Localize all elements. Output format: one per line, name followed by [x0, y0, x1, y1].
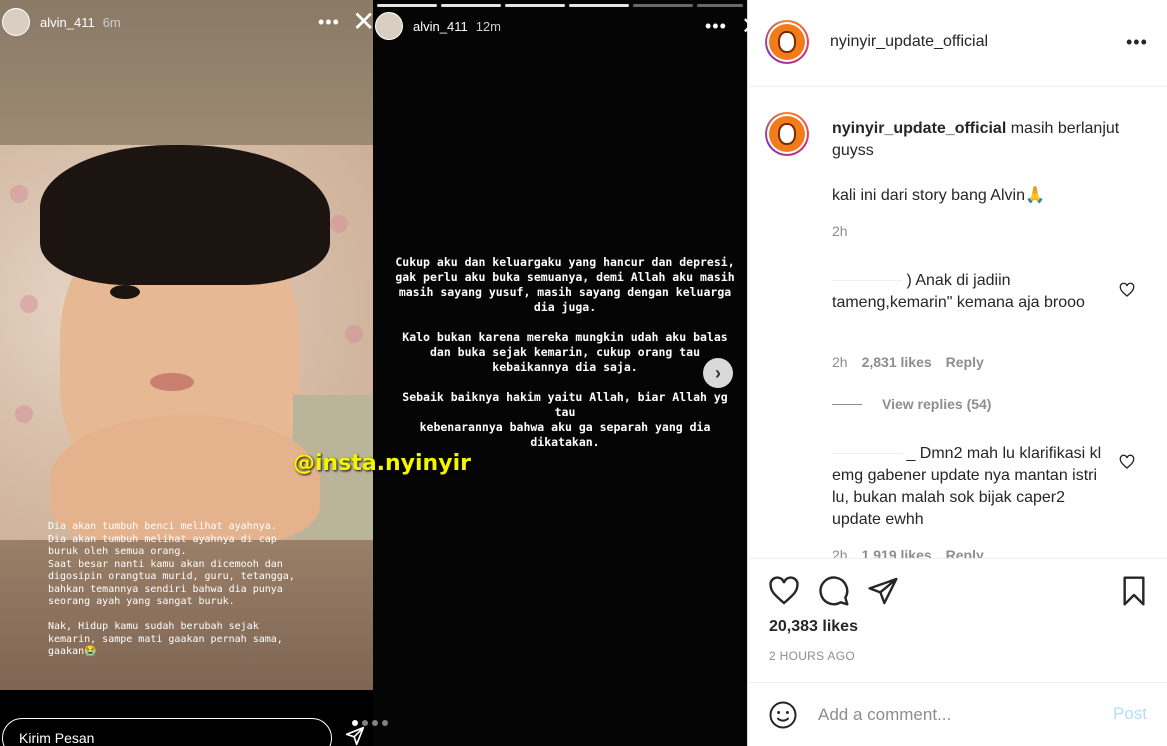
- story-options-button[interactable]: •••: [705, 16, 727, 37]
- post-panel: nyinyir_update_official ••• nyinyir_upda…: [747, 0, 1167, 746]
- comment-meta: 2h 1,919 likes Reply: [832, 547, 984, 558]
- divider: [832, 403, 862, 405]
- story-header: alvin_411 12m: [375, 12, 501, 40]
- post-header: nyinyir_update_official •••: [748, 0, 1167, 87]
- avatar[interactable]: [765, 20, 809, 64]
- view-replies-label: View replies (54): [882, 396, 992, 412]
- post-username[interactable]: nyinyir_update_official: [830, 33, 988, 51]
- left-story[interactable]: Dia akan tumbuh benci melihat ayahnya. D…: [0, 0, 373, 746]
- page-dot: [372, 720, 378, 726]
- comment: ) Anak di jadiin tameng,kemarin" kemana …: [832, 270, 1112, 314]
- comment-time: 2h: [832, 354, 848, 370]
- comment-likes[interactable]: 2,831 likes: [862, 354, 932, 370]
- middle-story[interactable]: alvin_411 12m ••• Cukup aku dan keluarga…: [373, 0, 747, 746]
- story-progress-bar: [569, 4, 629, 7]
- send-message-input[interactable]: [3, 719, 331, 746]
- reply-button[interactable]: Reply: [946, 547, 984, 558]
- reply-button[interactable]: Reply: [946, 354, 984, 370]
- story-page-indicator: [352, 720, 388, 726]
- comment: _ Dmn2 mah lu klarifikasi kl emg gabener…: [832, 443, 1112, 531]
- send-icon[interactable]: [344, 726, 366, 746]
- comment-input[interactable]: [818, 701, 1098, 729]
- blurred-username: [832, 453, 902, 455]
- page-dot: [362, 720, 368, 726]
- caption-extra-text: kali ini dari story bang Alvin🙏: [832, 187, 1045, 204]
- story-caption: Dia akan tumbuh benci melihat ayahnya. D…: [48, 521, 295, 657]
- avatar[interactable]: [375, 12, 403, 40]
- view-replies-button[interactable]: View replies (54): [832, 396, 991, 412]
- instagram-story-post-screen: Dia akan tumbuh benci melihat ayahnya. D…: [0, 0, 1167, 746]
- page-dot: [382, 720, 388, 726]
- comment-text: _ Dmn2 mah lu klarifikasi kl emg gabener…: [832, 445, 1102, 528]
- heart-icon[interactable]: [768, 575, 800, 607]
- close-icon[interactable]: ✕: [741, 12, 761, 41]
- heart-icon[interactable]: [1119, 454, 1135, 470]
- comment-time: 2h: [832, 547, 848, 558]
- post-comment-button[interactable]: Post: [1113, 704, 1147, 724]
- avatar[interactable]: [765, 112, 809, 156]
- comment-meta: 2h 2,831 likes Reply: [832, 354, 984, 370]
- comments-list[interactable]: nyinyir_update_official masih berlanjut …: [748, 88, 1167, 558]
- story-progress-bar: [633, 4, 693, 7]
- child-photo: [0, 145, 373, 540]
- watermark: @insta.nyinyir: [293, 451, 471, 476]
- more-options-button[interactable]: •••: [1126, 32, 1148, 53]
- story-username[interactable]: alvin_411: [40, 15, 95, 30]
- emoji-icon[interactable]: [768, 700, 798, 730]
- chevron-right-icon: ›: [715, 362, 721, 383]
- comment-text: ) Anak di jadiin tameng,kemarin" kemana …: [832, 272, 1085, 311]
- close-icon[interactable]: ✕: [352, 8, 375, 36]
- story-text: Cukup aku dan keluargaku yang hancur dan…: [395, 255, 735, 449]
- post-timestamp: 2 HOURS AGO: [769, 649, 855, 663]
- page-dot: [352, 720, 358, 726]
- caption-time: 2h: [832, 223, 848, 239]
- story-options-button[interactable]: •••: [318, 12, 340, 33]
- add-comment-bar: Post: [748, 682, 1167, 746]
- caption-username[interactable]: nyinyir_update_official: [832, 120, 1006, 137]
- story-time: 12m: [475, 18, 501, 34]
- story-time: 6m: [102, 14, 121, 30]
- story-username[interactable]: alvin_411: [413, 19, 468, 34]
- heart-icon[interactable]: [1119, 282, 1135, 298]
- blurred-username: [832, 280, 902, 282]
- avatar[interactable]: [2, 8, 30, 36]
- post-actions: 20,383 likes 2 HOURS AGO: [748, 558, 1167, 682]
- like-count[interactable]: 20,383 likes: [769, 618, 858, 636]
- post-caption: nyinyir_update_official masih berlanjut …: [832, 118, 1152, 162]
- story-progress-bar: [697, 4, 743, 7]
- comment-likes[interactable]: 1,919 likes: [862, 547, 932, 558]
- story-progress-bar: [377, 4, 437, 7]
- bookmark-icon[interactable]: [1118, 575, 1150, 607]
- share-icon[interactable]: [867, 575, 899, 607]
- story-progress-bar: [441, 4, 501, 7]
- next-story-button[interactable]: ›: [703, 358, 733, 388]
- story-header: alvin_411 6m: [2, 8, 121, 36]
- comment-icon[interactable]: [818, 575, 850, 607]
- send-message-bar: [2, 718, 332, 746]
- story-progress-bar: [505, 4, 565, 7]
